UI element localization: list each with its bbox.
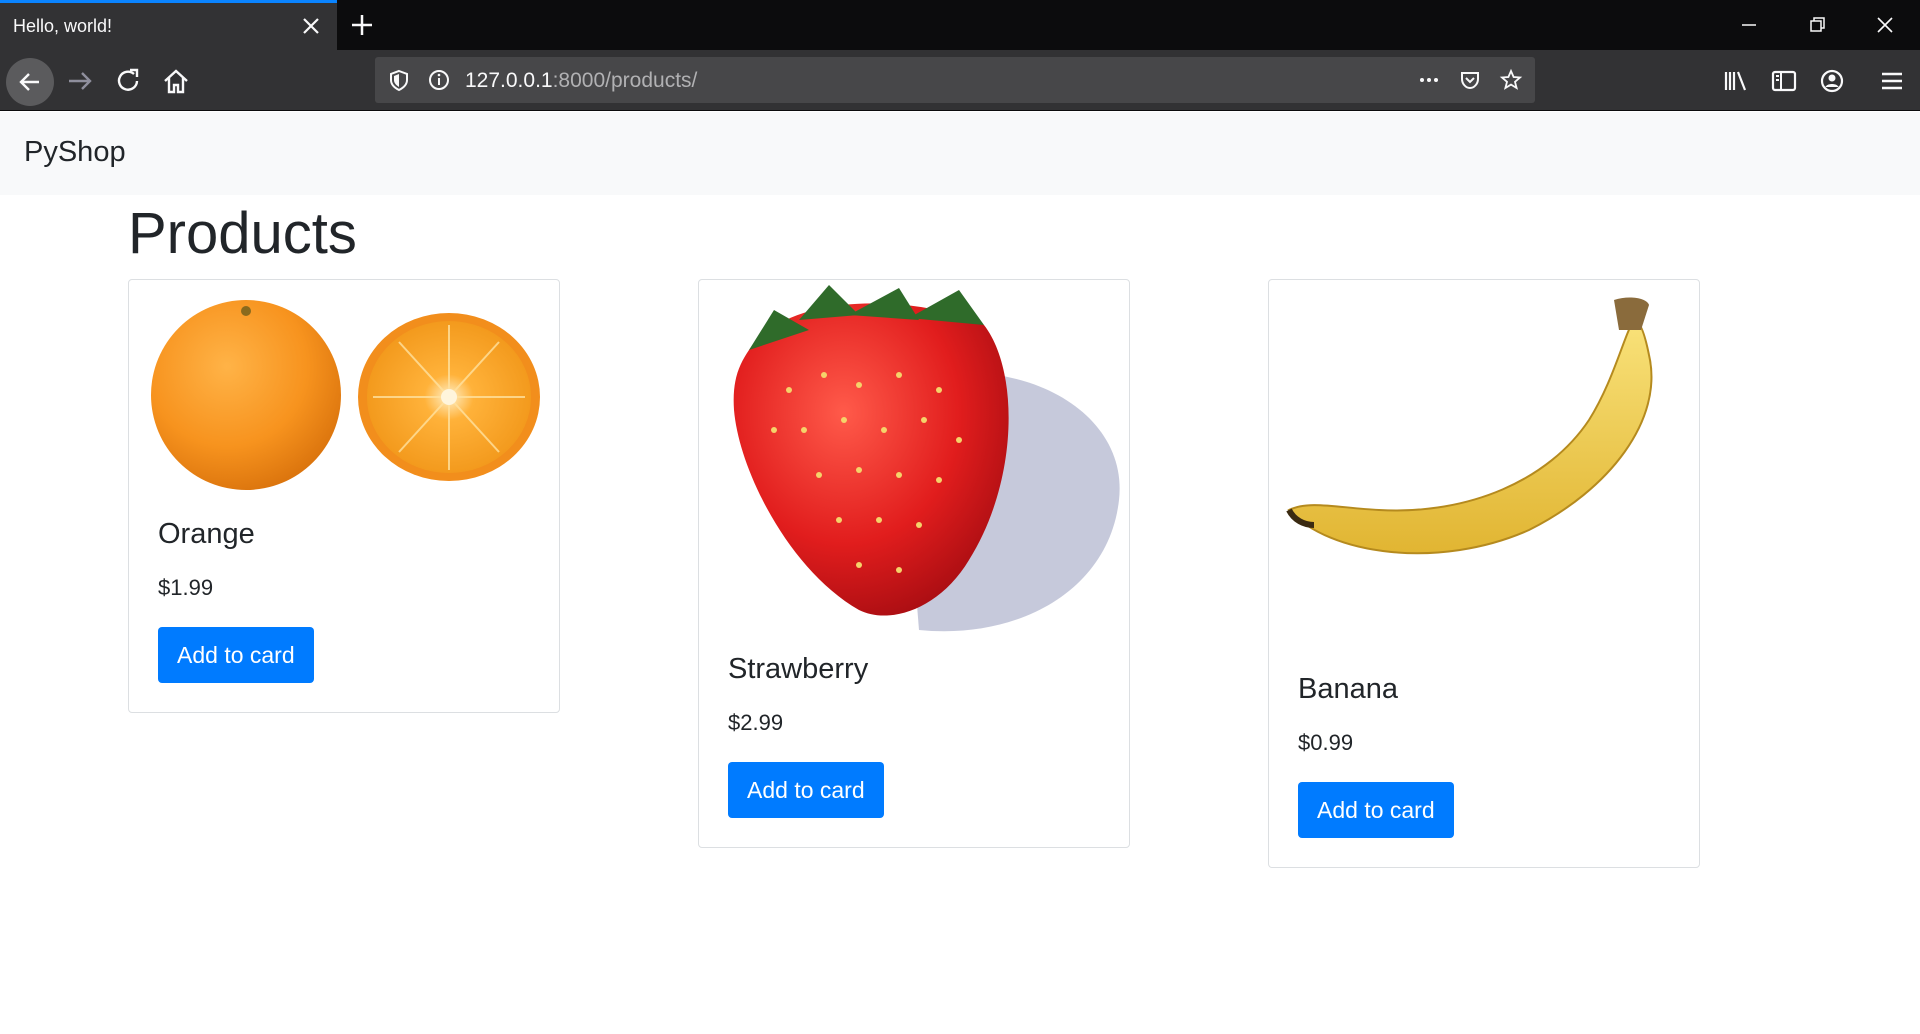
product-card-orange: Orange $1.99 Add to card (128, 279, 560, 713)
orange-image (129, 280, 559, 518)
browser-tab[interactable]: Hello, world! (0, 0, 337, 50)
minimize-icon[interactable] (1736, 12, 1762, 38)
page-title: Products (128, 201, 357, 266)
sidebar-icon[interactable] (1768, 65, 1800, 97)
product-name: Banana (1298, 673, 1398, 705)
card-body: Banana $0.99 Add to card (1269, 673, 1699, 867)
product-card-strawberry: Strawberry $2.99 Add to card (698, 279, 1130, 848)
bookmark-star-icon[interactable] (1499, 68, 1523, 92)
product-price: $0.99 (1298, 730, 1354, 755)
reload-icon[interactable] (112, 65, 144, 97)
browser-toolbar: 127.0.0.1:8000/products/ (0, 50, 1920, 111)
card-body: Strawberry $2.99 Add to card (699, 653, 1129, 847)
product-name: Strawberry (728, 653, 869, 685)
strawberry-image (699, 280, 1129, 653)
site-info-icon[interactable] (427, 68, 451, 92)
banana-image (1269, 280, 1699, 673)
menu-icon[interactable] (1876, 65, 1908, 97)
library-icon[interactable] (1720, 65, 1752, 97)
site-navbar: PyShop (0, 112, 1920, 195)
account-icon[interactable] (1816, 65, 1848, 97)
url-path: :8000/products/ (552, 69, 698, 92)
product-price: $1.99 (158, 575, 214, 600)
tracking-shield-icon[interactable] (387, 68, 411, 92)
product-price: $2.99 (728, 710, 784, 735)
product-card-banana: Banana $0.99 Add to card (1268, 279, 1700, 868)
pocket-icon[interactable] (1458, 68, 1482, 92)
brand-link[interactable]: PyShop (24, 136, 126, 169)
back-arrow-icon (19, 73, 39, 91)
close-window-icon[interactable] (1872, 12, 1898, 38)
add-to-cart-button[interactable]: Add to card (728, 762, 884, 818)
tab-title: Hello, world! (13, 16, 113, 36)
add-to-cart-button[interactable]: Add to card (158, 627, 314, 683)
url-text[interactable]: 127.0.0.1:8000/products/ (465, 69, 697, 93)
url-bar[interactable]: 127.0.0.1:8000/products/ (375, 57, 1535, 103)
home-icon[interactable] (160, 65, 192, 97)
forward-arrow-icon[interactable] (64, 65, 96, 97)
new-tab-icon[interactable] (348, 11, 376, 39)
product-name: Orange (158, 518, 255, 550)
close-tab-icon[interactable] (299, 14, 323, 38)
restore-icon[interactable] (1804, 12, 1830, 38)
page-actions-icon[interactable] (1417, 68, 1441, 92)
card-body: Orange $1.99 Add to card (129, 518, 559, 712)
back-button[interactable] (6, 58, 54, 106)
add-to-cart-button[interactable]: Add to card (1298, 782, 1454, 838)
url-host: 127.0.0.1 (465, 69, 553, 92)
browser-tab-bar: Hello, world! (0, 0, 1920, 50)
